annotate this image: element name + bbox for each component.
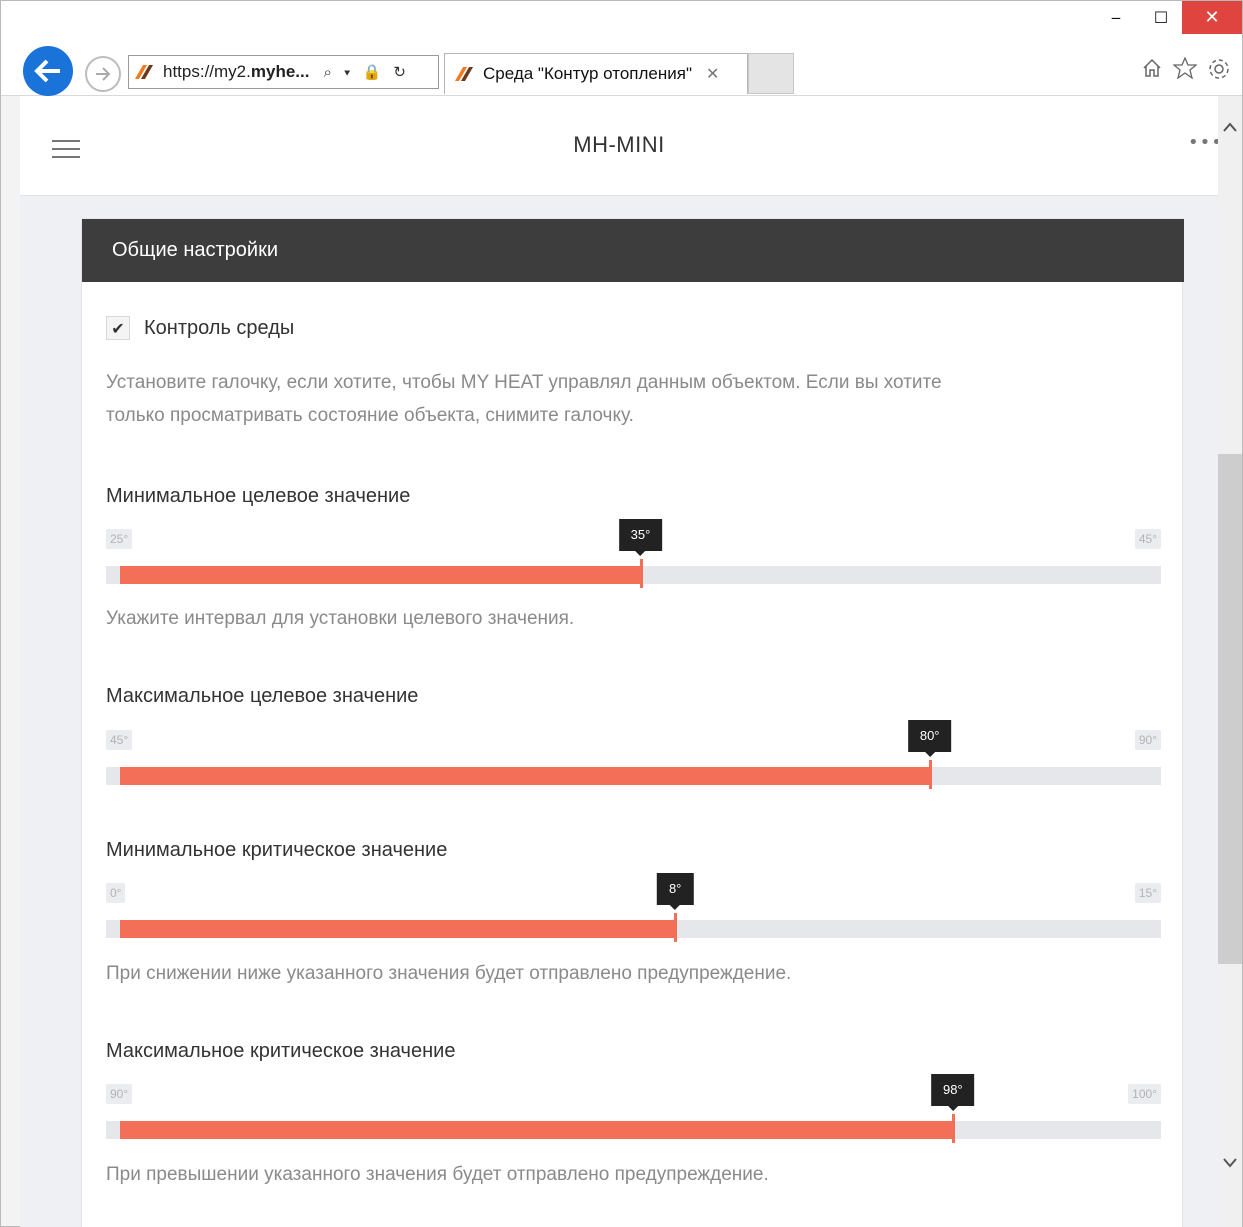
page-scrollbar[interactable] (1218, 96, 1242, 1227)
control-hint-line: только просматривать состояние объекта, … (106, 405, 634, 426)
address-bar-icons[interactable]: ⌕ ▾ 🔒 ↻ (323, 63, 409, 81)
close-window-button[interactable]: ✕ (1182, 1, 1242, 34)
slider-fill (120, 767, 930, 785)
app-header: MH-MINI ••• (20, 96, 1218, 196)
min-critical-hint: При снижении ниже указанного значения бу… (106, 963, 792, 984)
minimize-button[interactable]: ‒ (1093, 1, 1139, 34)
settings-gear-icon[interactable] (1207, 57, 1231, 81)
tab-close-icon[interactable]: ✕ (706, 64, 719, 84)
more-options-icon[interactable]: ••• (1188, 132, 1218, 153)
slider-fill (120, 1121, 953, 1139)
min-critical-label: Минимальное критическое значение (106, 839, 448, 861)
favorites-star-icon[interactable] (1173, 57, 1197, 79)
page-viewport: MH-MINI ••• Общие настройки ✔ Контроль с… (20, 96, 1218, 1227)
slider-min-label: 0° (106, 883, 126, 903)
slider-min-label: 25° (106, 529, 133, 549)
slider-value-bubble: 35° (618, 519, 663, 556)
tab-title: Среда "Контур отопления" (483, 64, 692, 83)
max-target-slider[interactable]: 45° 90° 80° (106, 720, 1161, 790)
forward-arrow-glyph (96, 67, 111, 81)
min-target-slider[interactable]: 25° 45° 35° (106, 519, 1161, 589)
checkmark-icon: ✔ (111, 318, 125, 338)
scroll-up-icon[interactable] (1218, 116, 1242, 137)
address-url: https://my2.myhe... (163, 62, 309, 82)
home-icon[interactable] (1141, 57, 1163, 79)
address-bar[interactable]: https://my2.myhe... ⌕ ▾ 🔒 ↻ (128, 55, 439, 89)
max-critical-label: Максимальное критическое значение (106, 1040, 456, 1062)
slider-max-label: 15° (1134, 883, 1161, 903)
browser-chrome: ‒ ☐ ✕ https://my2.myhe... ⌕ ▾ 🔒 ↻ Среда … (1, 1, 1242, 96)
control-hint: Установите галочку, если хотите, чтобы M… (106, 366, 942, 432)
scroll-thumb[interactable] (1218, 454, 1242, 964)
min-target-hint: Укажите интервал для установки целевого … (106, 608, 575, 629)
control-checkbox-label[interactable]: Контроль среды (144, 317, 294, 340)
address-url-prefix: https://my2. (163, 62, 251, 81)
max-critical-hint: При превышении указанного значения будет… (106, 1164, 769, 1185)
slider-min-label: 90° (106, 1084, 133, 1104)
slider-min-label: 45° (106, 730, 133, 750)
min-target-label: Минимальное целевое значение (106, 485, 411, 507)
slider-value-bubble: 80° (907, 720, 952, 757)
slider-max-label: 45° (1134, 529, 1161, 549)
slider-handle[interactable] (674, 913, 678, 942)
slider-value-bubble: 98° (930, 1074, 975, 1111)
control-hint-line: Установите галочку, если хотите, чтобы M… (106, 372, 942, 393)
scroll-down-icon[interactable] (1218, 1152, 1242, 1173)
slider-handle[interactable] (928, 760, 932, 789)
forward-arrow-icon[interactable] (85, 56, 121, 92)
slider-fill (120, 920, 676, 938)
back-arrow-icon[interactable] (23, 46, 73, 96)
back-arrow-glyph (34, 59, 60, 83)
slider-handle[interactable] (639, 559, 643, 588)
app-title: MH-MINI (573, 132, 665, 157)
min-critical-slider[interactable]: 0° 15° 8° (106, 873, 1161, 943)
card-header: Общие настройки (82, 219, 1184, 282)
tab-favicon-icon (454, 65, 475, 83)
slider-handle[interactable] (951, 1114, 955, 1143)
max-target-label: Максимальное целевое значение (106, 685, 419, 707)
new-tab-button[interactable] (748, 53, 794, 94)
maximize-button[interactable]: ☐ (1138, 1, 1184, 34)
slider-fill (120, 566, 641, 584)
slider-max-label: 90° (1134, 730, 1161, 750)
max-critical-slider[interactable]: 90° 100° 98° (106, 1074, 1161, 1144)
settings-card: Общие настройки ✔ Контроль среды Установ… (81, 218, 1184, 1227)
control-checkbox-row[interactable]: ✔ Контроль среды (106, 316, 294, 340)
tab-active[interactable]: Среда "Контур отопления" ✕ (444, 53, 748, 94)
slider-value-bubble: 8° (656, 873, 694, 910)
slider-max-label: 100° (1128, 1084, 1161, 1104)
control-checkbox[interactable]: ✔ (106, 316, 130, 340)
site-favicon-icon (134, 63, 155, 81)
browser-window: ‒ ☐ ✕ https://my2.myhe... ⌕ ▾ 🔒 ↻ Среда … (0, 0, 1243, 1227)
address-url-host: myhe... (250, 62, 310, 81)
